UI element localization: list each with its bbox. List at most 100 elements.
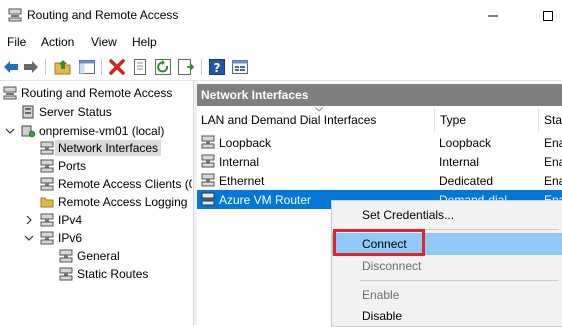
- context-menu: Set Credentials... Connect Disconnect En…: [331, 200, 562, 327]
- interface-type: Loopback: [439, 136, 492, 150]
- interface-name: Azure VM Router: [219, 193, 312, 207]
- tree-item-ipv4[interactable]: IPv4: [40, 211, 82, 229]
- toolbar: ?: [0, 54, 562, 81]
- help-icon[interactable]: ?: [208, 58, 226, 76]
- ports-icon: [40, 159, 54, 173]
- title-bar: Routing and Remote Access: [0, 0, 562, 32]
- tree-item-general[interactable]: General: [59, 247, 120, 265]
- up-folder-icon[interactable]: [54, 58, 72, 76]
- folder-icon: [40, 197, 54, 208]
- tree-item-network-interfaces[interactable]: Network Interfaces: [40, 139, 162, 157]
- minimize-icon: [488, 15, 498, 17]
- console-tree: Routing and Remote Access Server Status …: [0, 81, 192, 325]
- column-headers: LAN and Demand Dial Interfaces Type Stat…: [197, 106, 562, 132]
- interface-name: Ethernet: [219, 174, 265, 188]
- tree-label: Static Routes: [77, 267, 149, 281]
- tree-label: Server Status: [39, 105, 112, 119]
- chevron-down-icon[interactable]: [24, 233, 34, 243]
- connect-highlight-box: [333, 229, 425, 256]
- server-status-icon: [22, 105, 34, 119]
- interface-type: Internal: [439, 155, 480, 169]
- interface-icon: [201, 154, 215, 168]
- tree-item-remote-access-logging[interactable]: Remote Access Logging: [40, 193, 187, 211]
- tree-label: General: [77, 249, 120, 263]
- list-item[interactable]: Loopback Loopback Enabled: [197, 133, 562, 152]
- list-item[interactable]: Internal Internal Enabled: [197, 152, 562, 171]
- tree-item-ipv6[interactable]: IPv6: [40, 229, 82, 247]
- pane-title: Network Interfaces: [201, 88, 309, 102]
- menu-item-label: Disconnect: [362, 259, 422, 273]
- routing-app-icon: [8, 8, 22, 22]
- forward-arrow-icon[interactable]: [22, 58, 40, 76]
- menu-item-label: Enable: [362, 288, 400, 302]
- ipv6-icon: [40, 231, 54, 245]
- toolbar-separator: [201, 59, 202, 75]
- tree-label: Remote Access Clients (0): [58, 177, 192, 191]
- menu-item-disable[interactable]: Disable: [332, 305, 562, 327]
- interface-name: Internal: [219, 155, 260, 169]
- minimize-button[interactable]: [470, 0, 516, 32]
- chevron-down-icon[interactable]: [5, 126, 15, 136]
- column-header-type[interactable]: Type: [440, 113, 466, 127]
- interface-icon: [201, 173, 215, 187]
- tree-item-server[interactable]: onpremise-vm01 (local): [21, 122, 164, 140]
- menu-item-set-credentials[interactable]: Set Credentials...: [332, 204, 562, 226]
- toolbar-separator: [45, 59, 46, 75]
- interface-name: Loopback: [219, 136, 272, 150]
- tree-label: IPv6: [58, 231, 83, 245]
- menu-item-disconnect: Disconnect: [332, 255, 562, 277]
- column-divider[interactable]: [434, 108, 435, 132]
- menu-bar: File Action View Help: [0, 32, 562, 52]
- back-arrow-icon[interactable]: [2, 58, 20, 76]
- tree-item-remote-access-clients[interactable]: Remote Access Clients (0): [40, 175, 192, 193]
- column-header-interfaces[interactable]: LAN and Demand Dial Interfaces: [201, 113, 376, 127]
- menu-item-enable: Enable: [332, 284, 562, 306]
- sort-arrow-icon: [315, 107, 323, 112]
- tree-label: Network Interfaces: [55, 140, 162, 156]
- list-item[interactable]: Ethernet Dedicated Enabled: [197, 171, 562, 190]
- tree-label: Ports: [58, 159, 87, 173]
- server-icon: [21, 125, 35, 138]
- routing-root-icon: [3, 86, 17, 100]
- interface-status: Enabled: [544, 136, 562, 150]
- menu-item-label: Set Credentials...: [362, 208, 455, 222]
- tree-item-static-routes[interactable]: Static Routes: [59, 265, 148, 283]
- console-tree-icon[interactable]: [231, 58, 249, 76]
- remote-access-clients-icon: [40, 177, 54, 191]
- refresh-icon[interactable]: [154, 58, 172, 76]
- menu-separator: [360, 280, 559, 281]
- tree-label: IPv4: [58, 213, 83, 227]
- column-divider[interactable]: [538, 108, 539, 132]
- maximize-icon: [543, 11, 553, 21]
- tree-item-server-status[interactable]: Server Status: [21, 103, 112, 121]
- svg-text:?: ?: [214, 61, 221, 75]
- window-title: Routing and Remote Access: [27, 8, 179, 22]
- menu-view[interactable]: View: [91, 35, 117, 49]
- network-interfaces-icon: [40, 141, 54, 155]
- ipv4-icon: [40, 213, 54, 227]
- column-header-status[interactable]: Status: [544, 113, 562, 127]
- maximize-button[interactable]: [525, 0, 562, 32]
- chevron-right-icon[interactable]: [24, 215, 34, 225]
- menu-help[interactable]: Help: [132, 35, 157, 49]
- menu-item-label: Disable: [362, 309, 403, 323]
- menu-action[interactable]: Action: [41, 35, 74, 49]
- interface-type: Dedicated: [439, 174, 494, 188]
- tree-label: onpremise-vm01 (local): [39, 124, 165, 138]
- tree-item-ports[interactable]: Ports: [40, 157, 86, 175]
- toolbar-separator: [101, 59, 102, 75]
- static-routes-icon: [59, 267, 73, 281]
- properties-icon[interactable]: [131, 58, 149, 76]
- general-icon: [59, 249, 73, 263]
- show-hide-tree-icon[interactable]: [78, 58, 96, 76]
- tree-item-root[interactable]: Routing and Remote Access: [3, 84, 172, 102]
- delete-icon[interactable]: [108, 58, 126, 76]
- interface-icon: [201, 192, 215, 206]
- export-list-icon[interactable]: [177, 58, 195, 76]
- pane-title-bar: Network Interfaces: [197, 84, 562, 106]
- menu-file[interactable]: File: [7, 35, 26, 49]
- interface-icon: [201, 135, 215, 149]
- tree-label: Routing and Remote Access: [21, 86, 173, 100]
- interface-status: Enabled: [544, 155, 562, 169]
- tree-label: Remote Access Logging: [58, 195, 188, 209]
